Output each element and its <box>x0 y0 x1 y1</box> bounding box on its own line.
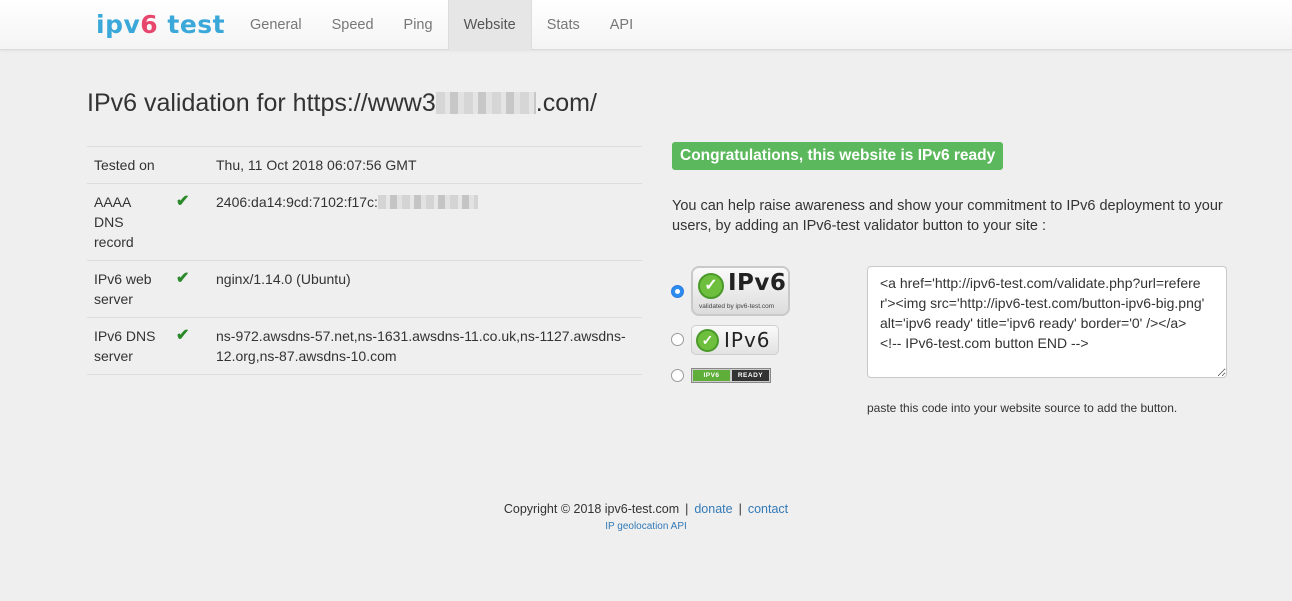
results-table: Tested on Thu, 11 Oct 2018 06:07:56 GMT … <box>87 146 642 375</box>
table-row: IPv6 web server ✔ nginx/1.14.0 (Ubuntu) <box>87 260 642 318</box>
paste-instructions: paste this code into your website source… <box>867 401 1178 415</box>
small-badge-right: READY <box>732 370 769 381</box>
row-label: IPv6 DNS server <box>87 317 169 375</box>
nav-api[interactable]: API <box>595 0 648 50</box>
copyright-text: Copyright © 2018 ipv6-test.com <box>503 502 680 516</box>
check-icon <box>169 146 209 184</box>
success-badge: Congratulations, this website is IPv6 re… <box>672 142 1004 170</box>
validated-by-label: validated by ipv6-test.com <box>699 303 775 310</box>
nav-stats[interactable]: Stats <box>532 0 595 50</box>
check-icon: ✔ <box>169 260 209 318</box>
check-circle-icon: ✓ <box>698 273 724 299</box>
table-row: Tested on Thu, 11 Oct 2018 06:07:56 GMT <box>87 146 642 184</box>
nav-ping[interactable]: Ping <box>389 0 448 50</box>
top-navbar: ipv6 test General Speed Ping Website Sta… <box>0 0 1292 50</box>
main-nav: General Speed Ping Website Stats API <box>235 0 648 50</box>
logo-text-3: test <box>158 10 226 39</box>
check-circle-icon: ✓ <box>696 329 719 352</box>
ipv6-label: IPv6 <box>728 270 787 296</box>
row-value: Thu, 11 Oct 2018 06:07:56 GMT <box>209 146 642 184</box>
footer-separator: | <box>685 502 689 516</box>
nav-website[interactable]: Website <box>447 0 532 50</box>
awareness-text: You can help raise awareness and show yo… <box>672 198 1223 234</box>
nav-general[interactable]: General <box>235 0 317 50</box>
title-prefix: IPv6 validation for https://www3 <box>87 89 436 117</box>
redacted-address <box>377 195 478 209</box>
row-value: ns-972.awsdns-57.net,ns-1631.awsdns-11.c… <box>209 317 642 375</box>
footer-secondary: IP geolocation API <box>0 521 1292 532</box>
footer: Copyright © 2018 ipv6-test.com | donate | co… <box>0 502 1292 516</box>
logo-text-1: ipv <box>96 10 141 39</box>
check-icon: ✔ <box>169 183 209 261</box>
ipv6-label: IPv6 <box>724 328 771 352</box>
row-label: IPv6 web server <box>87 260 169 318</box>
small-badge-left: IPV6 <box>693 370 730 381</box>
table-row: AAAA DNS record ✔ 2406:da14:9cd:7102:f17… <box>87 183 642 261</box>
contact-link[interactable]: contact <box>748 502 788 516</box>
site-logo[interactable]: ipv6 test <box>96 8 225 42</box>
radio-button-medium[interactable] <box>671 333 684 346</box>
table-row: IPv6 DNS server ✔ ns-972.awsdns-57.net,n… <box>87 317 642 375</box>
row-label: Tested on <box>87 146 169 184</box>
ipv6-button-small-preview[interactable]: IPV6 READY <box>691 368 771 383</box>
row-value: nginx/1.14.0 (Ubuntu) <box>209 260 642 318</box>
geolocation-api-link[interactable]: IP geolocation API <box>605 521 687 532</box>
page-title: IPv6 validation for https://www3 .com/ <box>87 86 597 120</box>
donate-link[interactable]: donate <box>694 502 732 516</box>
footer-separator: | <box>738 502 742 516</box>
radio-button-small[interactable] <box>671 369 684 382</box>
logo-text-2: 6 <box>140 10 159 39</box>
check-icon: ✔ <box>169 317 209 375</box>
row-value-cell: 2406:da14:9cd:7102:f17c: <box>209 183 642 261</box>
embed-code-textarea[interactable]: <a href='http://ipv6-test.com/validate.p… <box>867 266 1227 378</box>
row-label: AAAA DNS record <box>87 183 169 261</box>
nav-speed[interactable]: Speed <box>317 0 389 50</box>
radio-button-big[interactable] <box>671 285 684 298</box>
ipv6-button-medium-preview[interactable]: ✓ IPv6 <box>691 325 779 355</box>
title-suffix: .com/ <box>535 89 597 117</box>
ipv6-button-big-preview[interactable]: ✓ IPv6 validated by ipv6-test.com <box>691 266 790 316</box>
redacted-domain <box>435 92 536 114</box>
row-value: 2406:da14:9cd:7102:f17c: <box>216 194 378 210</box>
